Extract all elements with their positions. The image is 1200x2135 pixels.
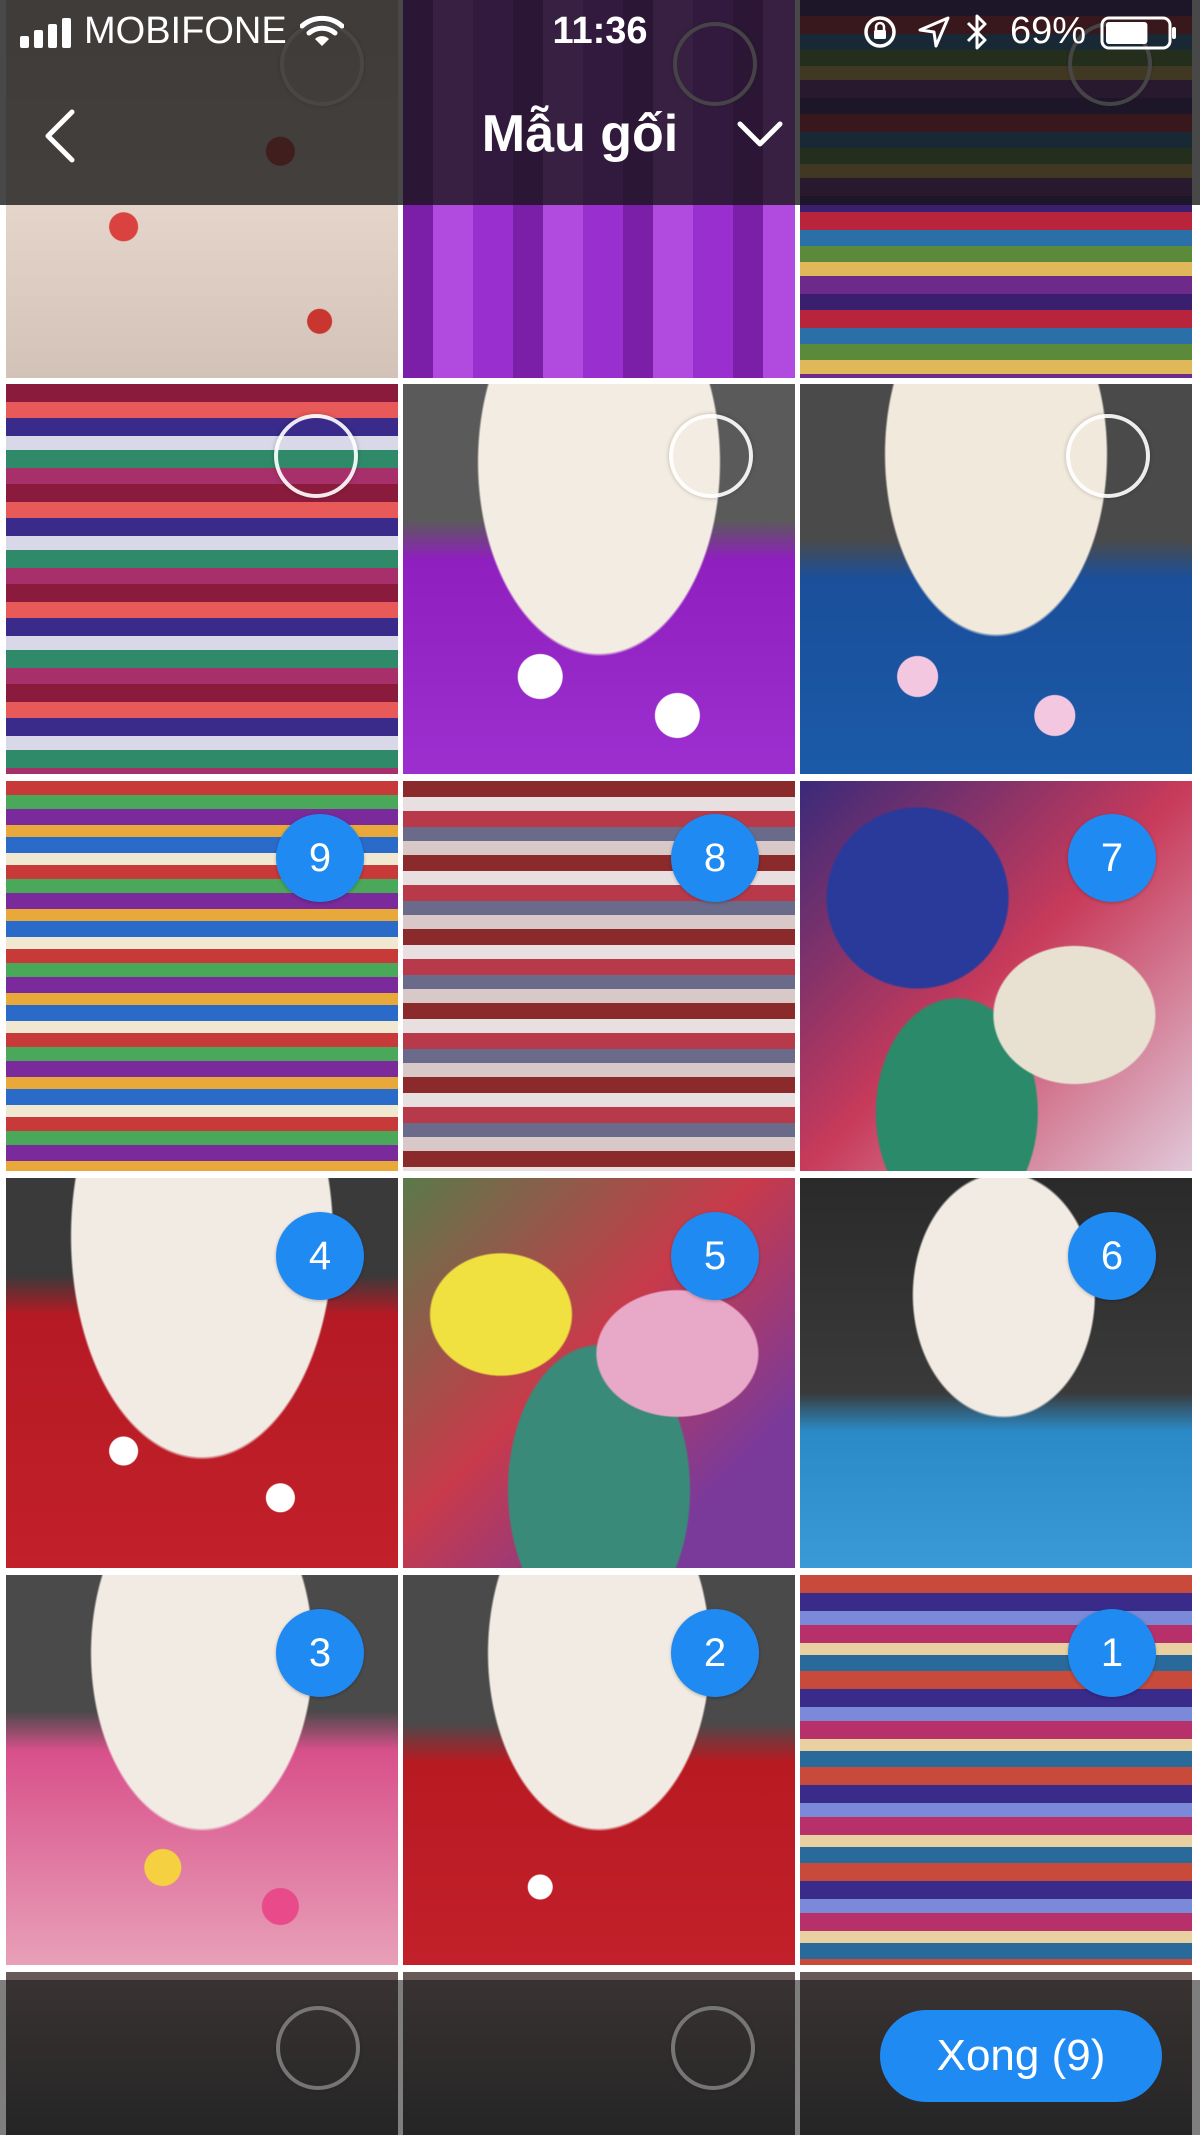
selection-number-badge[interactable]: 5 — [671, 1212, 759, 1300]
selection-number-badge[interactable]: 1 — [1068, 1609, 1156, 1697]
selection-number-badge[interactable]: 2 — [671, 1609, 759, 1697]
location-icon — [918, 16, 950, 48]
select-circle-icon[interactable] — [274, 414, 358, 498]
photo-grid: 9 8 7 4 5 6 3 2 1 — [0, 0, 1200, 2135]
done-button[interactable]: Xong (9) — [880, 2010, 1162, 2102]
selection-number-badge[interactable]: 4 — [276, 1212, 364, 1300]
select-circle-icon[interactable] — [1066, 414, 1150, 498]
selection-number-badge[interactable]: 3 — [276, 1609, 364, 1697]
photo-cell[interactable]: 8 — [403, 781, 795, 1171]
orientation-lock-icon — [864, 16, 896, 48]
photo-cell[interactable]: 4 — [6, 1178, 398, 1568]
selection-number-badge[interactable]: 9 — [276, 814, 364, 902]
bluetooth-icon — [966, 14, 987, 50]
album-title[interactable]: Mẫu gối — [0, 104, 1200, 164]
photo-cell[interactable]: 7 — [800, 781, 1192, 1171]
photo-cell[interactable]: 9 — [6, 781, 398, 1171]
selection-number-badge[interactable]: 7 — [1068, 814, 1156, 902]
photo-cell[interactable] — [6, 384, 398, 774]
photo-cell[interactable]: 3 — [6, 1575, 398, 1965]
battery-icon — [1100, 16, 1176, 50]
photo-cell[interactable]: 5 — [403, 1178, 795, 1568]
status-bar: MOBIFONE 11:36 69% — [0, 0, 1200, 68]
photo-cell[interactable] — [800, 384, 1192, 774]
photo-cell[interactable] — [403, 384, 795, 774]
photo-cell[interactable]: 1 — [800, 1575, 1192, 1965]
navigation-bar: Mẫu gối — [0, 68, 1200, 205]
battery-percent: 69% — [1010, 10, 1087, 52]
selection-number-badge[interactable]: 6 — [1068, 1212, 1156, 1300]
photo-cell[interactable]: 6 — [800, 1178, 1192, 1568]
chevron-down-icon[interactable] — [736, 118, 784, 152]
top-bar: MOBIFONE 11:36 69% Mẫu gối — [0, 0, 1200, 205]
photo-cell[interactable]: 2 — [403, 1575, 795, 1965]
select-circle-icon[interactable] — [669, 414, 753, 498]
selection-number-badge[interactable]: 8 — [671, 814, 759, 902]
